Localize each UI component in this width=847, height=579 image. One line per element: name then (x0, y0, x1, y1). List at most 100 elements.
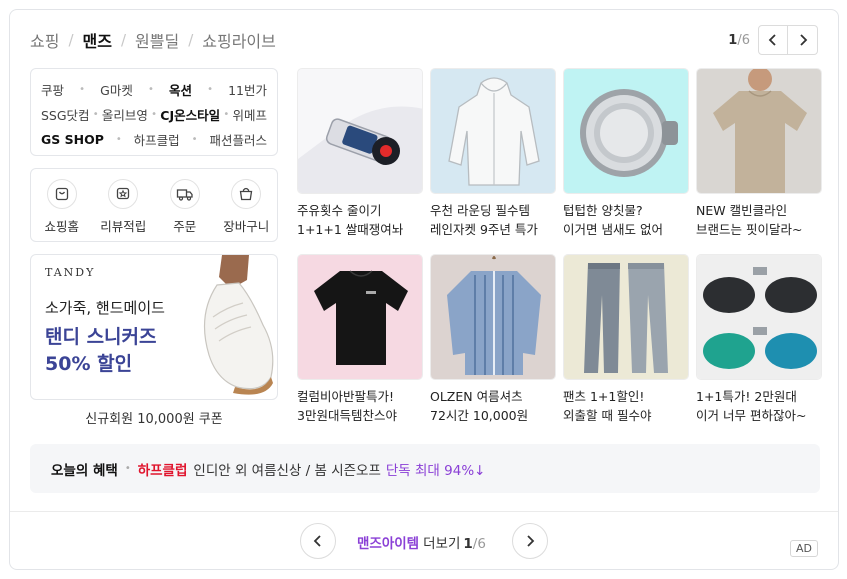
chevron-right-icon (799, 34, 807, 46)
quick-label: 장바구니 (223, 219, 270, 234)
benefit-title: 오늘의 혜택 (51, 462, 118, 479)
product-title-line2: 이거면 냄새도 없어 (563, 222, 663, 237)
mall-link-gsshop[interactable]: GS SHOP (41, 132, 104, 147)
dot-separator: • (151, 109, 158, 120)
product-card[interactable]: 팬츠 1+1할인! 외출할 때 필수야 (563, 254, 689, 425)
chevron-left-icon (313, 535, 321, 547)
review-star-icon (108, 179, 139, 209)
tab-shopping[interactable]: 쇼핑 (30, 28, 59, 52)
mall-link-oliveyoung[interactable]: 올리브영 (102, 105, 148, 124)
tab-shopping-live[interactable]: 쇼핑라이브 (202, 28, 276, 52)
product-card[interactable]: NEW 캘빈클라인 브랜드는 핏이달라~ (696, 68, 822, 239)
product-image-black-tshirt (297, 254, 423, 380)
product-card[interactable]: 주유횟수 줄이기 1+1+1 쌀때쟁여놔 (297, 68, 423, 239)
mall-row: SSG닷컴 • 올리브영 • CJ온스타일 • 위메프 (41, 102, 267, 127)
dot-separator: • (147, 84, 154, 95)
mall-link-11st[interactable]: 11번가 (228, 80, 267, 99)
product-title-line1: OLZEN 여름셔츠 (430, 389, 523, 404)
product-image-beige-tshirt (696, 68, 822, 194)
banner-line3: 50% 할인 (45, 353, 133, 375)
more-total: /6 (472, 536, 486, 552)
mall-link-halfclub[interactable]: 하프클럽 (134, 130, 180, 149)
product-card[interactable]: OLZEN 여름셔츠 72시간 10,000원 (430, 254, 556, 425)
mall-row: GS SHOP • 하프클럽 • 패션플러스 (41, 127, 267, 152)
product-title-line1: 우천 라운딩 필수템 (430, 203, 530, 218)
top-pager: 1/6 (728, 25, 818, 55)
product-title-line2: 외출할 때 필수야 (563, 408, 652, 423)
ad-badge[interactable]: AD (790, 540, 818, 557)
product-card[interactable]: 1+1특가! 2만원대 이거 너무 편하잖아~ (696, 254, 822, 425)
tab-separator: / (68, 31, 74, 49)
quick-orders[interactable]: 주문 (156, 179, 214, 241)
prev-page-button[interactable] (758, 25, 788, 55)
shopping-bag-icon (231, 179, 262, 209)
dot-separator: • (124, 463, 131, 474)
mall-link-fashionplus[interactable]: 패션플러스 (209, 130, 267, 149)
product-title-line2: 72시간 10,000원 (430, 408, 529, 423)
shopping-card: 쇼핑 / 맨즈 / 원쁠딜 / 쇼핑라이브 1/6 쿠팡 • G마켓 • 옥션 … (9, 9, 839, 570)
dot-separator: • (207, 84, 213, 95)
product-title-line2: 레인자켓 9주년 특가 (430, 222, 538, 237)
more-prev-button[interactable] (300, 523, 336, 559)
quick-label: 쇼핑홈 (44, 219, 79, 234)
benefit-highlight: 단독 최대 94%↓ (385, 462, 486, 479)
quick-shopping-home[interactable]: 쇼핑홈 (33, 179, 91, 241)
product-image-clip-sunglasses (696, 254, 822, 380)
next-page-button[interactable] (788, 25, 818, 55)
product-title-line1: 텁텁한 양칫물? (563, 203, 643, 218)
quick-cart[interactable]: 장바구니 (217, 179, 275, 241)
mall-link-cjonstyle[interactable]: CJ온스타일 (160, 105, 220, 124)
product-title-line2: 브랜드는 핏이달라~ (696, 222, 803, 237)
product-title-line2: 3만원대득템찬스야 (297, 408, 397, 423)
banner-line2: 탠디 스니커즈 (45, 326, 157, 348)
mall-link-ssg[interactable]: SSG닷컴 (41, 105, 90, 124)
tab-mens[interactable]: 맨즈 (83, 28, 112, 52)
mall-link-wemakeprice[interactable]: 위메프 (232, 105, 267, 124)
banner-caption[interactable]: 신규회원 10,000원 쿠폰 (30, 408, 278, 427)
product-image-striped-shirt (430, 254, 556, 380)
product-image-gray-pants (563, 254, 689, 380)
mall-link-coupang[interactable]: 쿠팡 (41, 80, 64, 99)
quick-menu: 쇼핑홈 리뷰적립 주문 장바구니 (30, 168, 278, 242)
chevron-left-icon (768, 34, 776, 46)
mall-row: 쿠팡 • G마켓 • 옥션 • 11번가 (41, 77, 267, 102)
tab-one-plus-deal[interactable]: 원쁠딜 (135, 28, 179, 52)
product-image-fuel-additive (297, 68, 423, 194)
benefit-description: 인디안 외 여름신상 / 봄 시즌오프 (193, 462, 381, 479)
dot-separator: • (223, 109, 230, 120)
dot-separator: • (79, 84, 86, 95)
todays-benefit-bar[interactable]: 오늘의 혜택 • 하프클럽 인디안 외 여름신상 / 봄 시즌오프 단독 최대 … (30, 444, 820, 493)
dot-separator: • (191, 134, 198, 145)
mall-link-auction[interactable]: 옥션 (169, 80, 192, 99)
quick-label: 리뷰적립 (100, 219, 147, 234)
product-card[interactable]: 텁텁한 양칫물? 이거면 냄새도 없어 (563, 68, 689, 239)
tab-separator: / (188, 31, 194, 49)
footer: 맨즈아이템 더보기 1/6 AD (10, 523, 838, 561)
page-indicator: 1/6 (728, 33, 750, 48)
tandy-banner[interactable]: TANDY 소가죽, 핸드메이드 탠디 스니커즈 50% 할인 (30, 254, 278, 400)
category-tabs: 쇼핑 / 맨즈 / 원쁠딜 / 쇼핑라이브 (30, 28, 276, 52)
more-suffix: 더보기 (423, 536, 461, 552)
more-page: 1 (463, 536, 473, 552)
product-title-line1: 컬럼비아반팔특가! (297, 389, 395, 404)
more-items-link[interactable]: 맨즈아이템 더보기 1/6 (357, 532, 486, 552)
shopping-home-icon (46, 179, 77, 209)
more-next-button[interactable] (512, 523, 548, 559)
sneaker-image (203, 255, 274, 395)
more-label: 맨즈아이템 (357, 536, 420, 552)
banner-brand: TANDY (45, 266, 96, 279)
product-title-line2: 이거 너무 편하잖아~ (696, 408, 807, 423)
quick-review-points[interactable]: 리뷰적립 (94, 179, 152, 241)
page-current: 1 (728, 32, 738, 48)
product-image-rain-jacket (430, 68, 556, 194)
product-title-line1: 주유횟수 줄이기 (297, 203, 382, 218)
product-card[interactable]: 컬럼비아반팔특가! 3만원대득템찬스야 (297, 254, 423, 425)
mall-link-gmarket[interactable]: G마켓 (100, 80, 133, 99)
tab-separator: / (120, 31, 127, 49)
delivery-truck-icon (169, 179, 200, 209)
banner-line1: 소가죽, 핸드메이드 (45, 299, 165, 317)
product-card[interactable]: 우천 라운딩 필수템 레인자켓 9주년 특가 (430, 68, 556, 239)
chevron-right-icon (527, 535, 535, 547)
divider (10, 511, 838, 512)
product-title-line2: 1+1+1 쌀때쟁여놔 (297, 222, 404, 237)
